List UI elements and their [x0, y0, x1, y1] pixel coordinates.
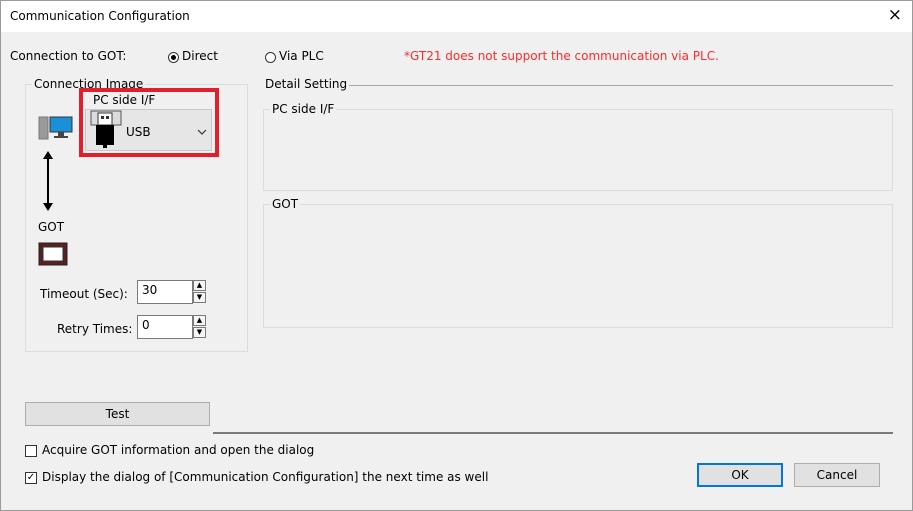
cancel-button[interactable]: Cancel — [794, 463, 880, 487]
title-bar: Communication Configuration × — [1, 1, 912, 32]
radio-via-plc[interactable] — [265, 52, 276, 63]
detail-pc-side-legend: PC side I/F — [270, 102, 337, 116]
detail-got-group — [263, 204, 893, 328]
display-next-label[interactable]: Display the dialog of [Communication Con… — [42, 470, 488, 484]
timeout-label: Timeout (Sec): — [40, 287, 128, 301]
detail-pc-side-group — [263, 109, 893, 191]
communication-configuration-dialog: Communication Configuration × Connection… — [0, 0, 913, 511]
display-next-checkbox[interactable]: ✓ — [25, 472, 37, 484]
connection-label: Connection to GOT: — [10, 49, 127, 63]
acquire-info-checkbox[interactable] — [25, 445, 37, 457]
window-title: Communication Configuration — [10, 9, 190, 23]
retry-label: Retry Times: — [57, 322, 133, 336]
via-plc-warning: *GT21 does not support the communication… — [404, 49, 719, 63]
timeout-spinner[interactable]: ▲ ▼ — [193, 280, 206, 304]
got-label: GOT — [38, 220, 65, 234]
test-button[interactable]: Test — [25, 402, 210, 426]
detail-setting-divider — [349, 85, 893, 86]
radio-via-plc-label[interactable]: Via PLC — [279, 49, 324, 63]
radio-direct[interactable] — [168, 52, 179, 63]
got-screen-icon — [38, 242, 68, 266]
detail-setting-legend: Detail Setting — [265, 77, 348, 91]
double-arrow-icon — [43, 151, 53, 211]
separator-line — [213, 432, 893, 434]
close-icon[interactable]: × — [888, 6, 902, 24]
acquire-info-label[interactable]: Acquire GOT information and open the dia… — [42, 443, 314, 457]
pc-icon — [38, 116, 73, 140]
timeout-input[interactable]: 30 — [137, 280, 193, 304]
radio-direct-label[interactable]: Direct — [182, 49, 218, 63]
detail-got-legend: GOT — [270, 197, 301, 211]
pc-side-if-highlight — [79, 88, 219, 157]
retry-spinner[interactable]: ▲ ▼ — [193, 315, 206, 339]
ok-button[interactable]: OK — [697, 463, 783, 487]
retry-input[interactable]: 0 — [137, 315, 193, 339]
